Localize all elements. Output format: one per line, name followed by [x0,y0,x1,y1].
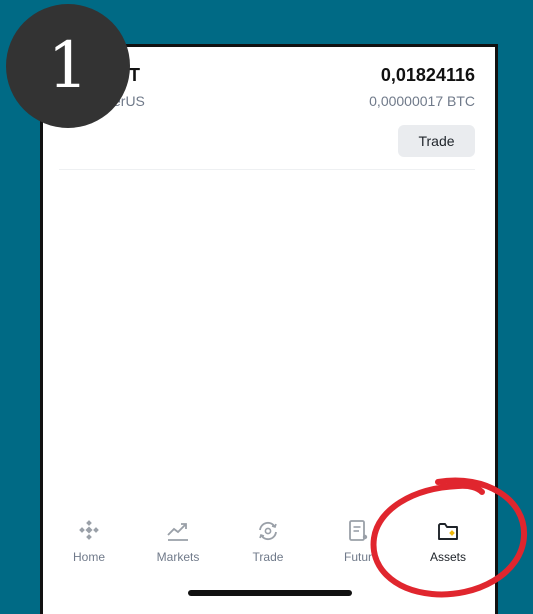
asset-btc-value: 0,00000017 BTC [369,93,475,109]
tab-markets-label: Markets [156,550,200,564]
tab-trade[interactable]: Trade [225,512,311,572]
highlight-circle [370,477,528,598]
tab-trade-label: Trade [252,550,284,564]
tab-home[interactable]: Home [46,512,132,572]
step-number: 1 [47,29,89,103]
asset-amount: 0,01824116 [380,65,475,85]
tab-markets[interactable]: Markets [135,512,221,572]
binance-logo-icon [79,520,99,540]
tab-home-label: Home [72,550,105,564]
chart-up-icon [167,523,188,541]
step-number-badge: 1 [6,4,130,128]
trade-swap-icon [259,521,277,541]
trade-button[interactable]: Trade [398,125,475,157]
home-indicator[interactable] [188,590,352,596]
divider [59,169,475,170]
